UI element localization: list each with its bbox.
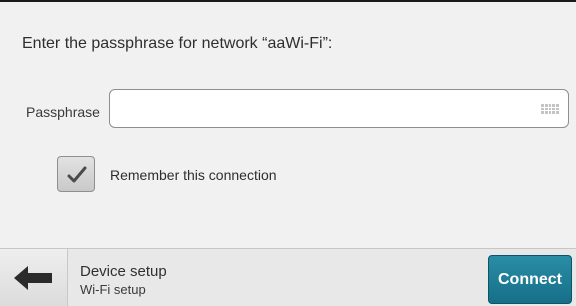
back-button[interactable] [0, 249, 68, 306]
passphrase-input[interactable] [109, 89, 569, 128]
nav-title: Device setup [80, 263, 167, 280]
top-divider [0, 0, 576, 2]
passphrase-prompt: Enter the passphrase for network “aaWi-F… [22, 35, 333, 52]
nav-subtitle: Wi-Fi setup [80, 282, 146, 297]
connect-button[interactable]: Connect [488, 255, 572, 304]
arrow-left-icon [14, 266, 52, 290]
remember-connection-checkbox[interactable] [57, 156, 95, 192]
bottom-nav-bar: Device setup Wi-Fi setup Connect [0, 248, 576, 306]
checkmark-icon [67, 166, 87, 183]
remember-connection-label[interactable]: Remember this connection [110, 167, 277, 183]
passphrase-label: Passphrase [26, 104, 100, 120]
keyboard-icon[interactable] [541, 104, 559, 114]
